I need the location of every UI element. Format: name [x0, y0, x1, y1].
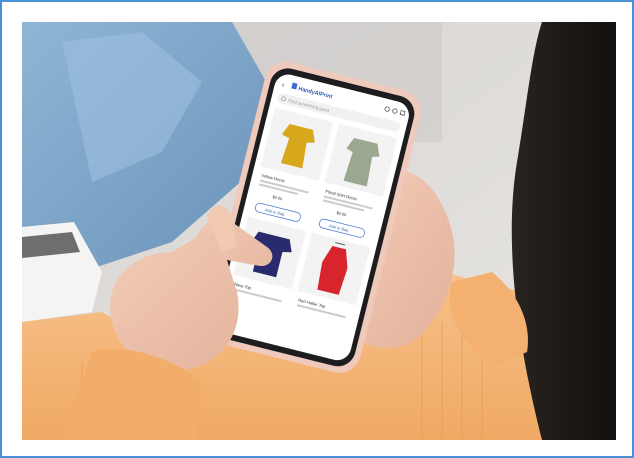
- image-frame: ‹ HandyAIPrint Find something good Yello…: [0, 0, 634, 458]
- photo: ‹ HandyAIPrint Find something good Yello…: [22, 22, 616, 440]
- photo-illustration: ‹ HandyAIPrint Find something good Yello…: [22, 22, 616, 440]
